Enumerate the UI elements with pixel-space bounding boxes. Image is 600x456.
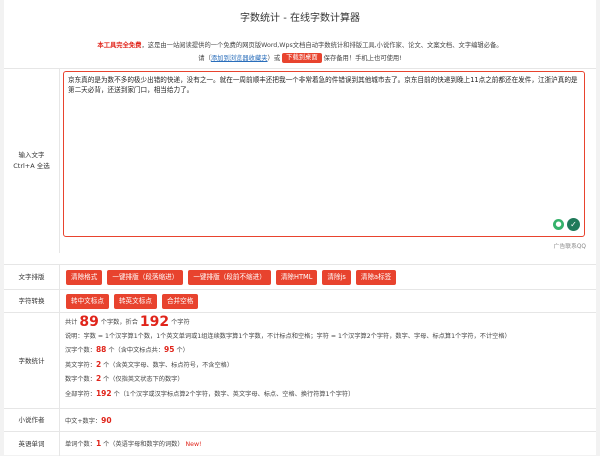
total-line: 共计 89 个字数，折合 192 个字符 (65, 314, 511, 330)
intro-line-1: 本工具完全免费，这是由一站阅读提供的一个免费的网页版Word,Wps文档自动字数… (4, 39, 596, 52)
stats-text: 全部字符： (65, 390, 96, 398)
select-all-hint: Ctrl+A 全选 (13, 162, 50, 170)
download-desktop-button[interactable]: 下载到桌面 (282, 53, 322, 63)
main-panel: 字数统计 - 在线字数计算器 本工具完全免费，这是由一站阅读提供的一个免费的网页… (4, 0, 596, 456)
hanzi-line: 汉字个数：88 个（含中文标点共：95 个） (65, 343, 511, 358)
format-button-5[interactable]: 清除a标签 (355, 270, 397, 285)
stats-text: 个（1个汉字或汉字标点算2个字符，数字、英文字母、标点、空格、换行符算1个字符） (113, 390, 355, 398)
lightbulb-icon[interactable]: ● (553, 219, 564, 230)
convert-label: 字符转换 (4, 290, 60, 313)
intro-text: 保存备用！手机上也可使用! (323, 55, 402, 62)
digit-count: 2 (95, 374, 102, 383)
stats-text: 个（含英文字母、数字、标点符号，不含空格） (103, 361, 234, 369)
english-char-count: 2 (95, 359, 102, 369)
intro-text: 请（ (198, 55, 211, 62)
novel-content: 中文+数字：90 (65, 414, 112, 429)
stats-text: 数字个数： (65, 376, 96, 383)
grammarly-icon[interactable]: ✓ (567, 218, 580, 231)
hanzi-count: 88 (95, 345, 107, 354)
english-text: 单词个数： (65, 441, 96, 448)
english-word-count: 1 (95, 439, 102, 448)
english-label: 英语单词 (4, 432, 60, 456)
stats-text: 个（含中文标点共： (108, 347, 165, 354)
stats-content: 共计 89 个字数，折合 192 个字符 说明：字数 = 1个汉字算1个数，1个… (65, 314, 511, 402)
novel-text: 中文+数字： (65, 418, 102, 425)
novel-row: 小说作者 中文+数字：90 (4, 408, 596, 432)
ad-contact[interactable]: 广告联系QQ (554, 241, 586, 250)
format-button-3[interactable]: 清除HTML (275, 270, 318, 285)
input-label: 输入文字 Ctrl+A 全选 (4, 69, 60, 253)
stats-text: 共计 (65, 319, 78, 326)
stats-label: 字数统计 (4, 313, 60, 409)
input-row: 输入文字 Ctrl+A 全选 京东真的是为数不多的极少出错的快递，没有之一。就在一… (4, 68, 596, 253)
stats-text: 个） (176, 347, 189, 354)
intro-text: ）或 (267, 55, 281, 62)
convert-buttons: 转中文标点 转英文标点 合并空格 (66, 290, 199, 313)
explain-line: 说明：字数 = 1个汉字算1个数，1个英文单词或1组连续数字算1个字数，不计标点… (65, 332, 511, 340)
page-title: 字数统计 - 在线字数计算器 (240, 13, 360, 24)
stats-text: 汉字个数： (65, 347, 96, 354)
format-buttons: 清除格式 一键排版（段落缩进） 一键排版（段前不缩进） 清除HTML 清除js 清除a标签 (66, 265, 397, 290)
bookmark-link[interactable]: 添加到浏览器收藏夹 (211, 55, 268, 62)
convert-button-1[interactable]: 转英文标点 (113, 294, 157, 309)
english-note: 个（英语字母和数字的词数） (103, 441, 184, 448)
input-content: 京东真的是为数不多的极少出错的快递，没有之一。就在一周前顺丰还把我一个非常着急的… (61, 69, 592, 253)
stats-text: 个字符 (171, 319, 190, 326)
format-button-0[interactable]: 清除格式 (66, 270, 103, 285)
digit-line: 数字个数：2 个（仅指英文状态下的数字） (65, 372, 511, 387)
intro-line-2: 请（添加到浏览器收藏夹）或 下载到桌面 保存备用！手机上也可使用! (4, 52, 596, 65)
free-badge: 本工具完全免费 (97, 42, 142, 49)
all-char-line: 全部字符：192 个（1个汉字或汉字标点算2个字符，数字、英文字母、标点、空格、… (65, 387, 511, 402)
english-char-line: 英文字符：2 个（含英文字母、数字、标点符号，不含空格） (65, 358, 511, 373)
novel-label: 小说作者 (4, 409, 60, 432)
stats-text: 个（仅指英文状态下的数字） (103, 376, 184, 383)
format-button-1[interactable]: 一键排版（段落缩进） (107, 270, 184, 285)
stats-text: 个字数，折合 (100, 319, 138, 326)
word-count: 89 (79, 314, 99, 330)
novel-count: 90 (101, 416, 112, 425)
format-row: 文字排版 清除格式 一键排版（段落缩进） 一键排版（段前不缩进） 清除HTML 清除js… (4, 264, 596, 290)
intro-section: 本工具完全免费，这是由一站阅读提供的一个免费的网页版Word,Wps文档自动字数… (4, 38, 596, 65)
text-input-area[interactable]: 京东真的是为数不多的极少出错的快递，没有之一。就在一周前顺丰还把我一个非常着急的… (63, 71, 585, 237)
all-char-count: 192 (95, 388, 112, 398)
english-row: 英语单词 单词个数：1 个（英语字母和数字的词数） New! (4, 431, 596, 456)
intro-desc: ，这是由一站阅读提供的一个免费的网页版Word,Wps文档自动字数统计和排版工具… (141, 42, 503, 49)
char-count: 192 (139, 314, 170, 330)
convert-row: 字符转换 转中文标点 转英文标点 合并空格 (4, 289, 596, 313)
input-label-text: 输入文字 (18, 151, 45, 159)
convert-button-0[interactable]: 转中文标点 (66, 294, 109, 309)
convert-button-2[interactable]: 合并空格 (161, 294, 199, 309)
hanzi-punct-count: 95 (164, 345, 175, 354)
stats-text: 英文字符： (65, 361, 96, 369)
format-label: 文字排版 (4, 265, 60, 290)
stats-row: 字数统计 共计 89 个字数，折合 192 个字符 说明：字数 = 1个汉字算1… (4, 312, 596, 409)
english-content: 单词个数：1 个（英语字母和数字的词数） New! (65, 437, 202, 452)
format-button-2[interactable]: 一键排版（段前不缩进） (188, 270, 271, 285)
format-button-4[interactable]: 清除js (322, 270, 351, 285)
new-badge: New! (185, 441, 202, 448)
